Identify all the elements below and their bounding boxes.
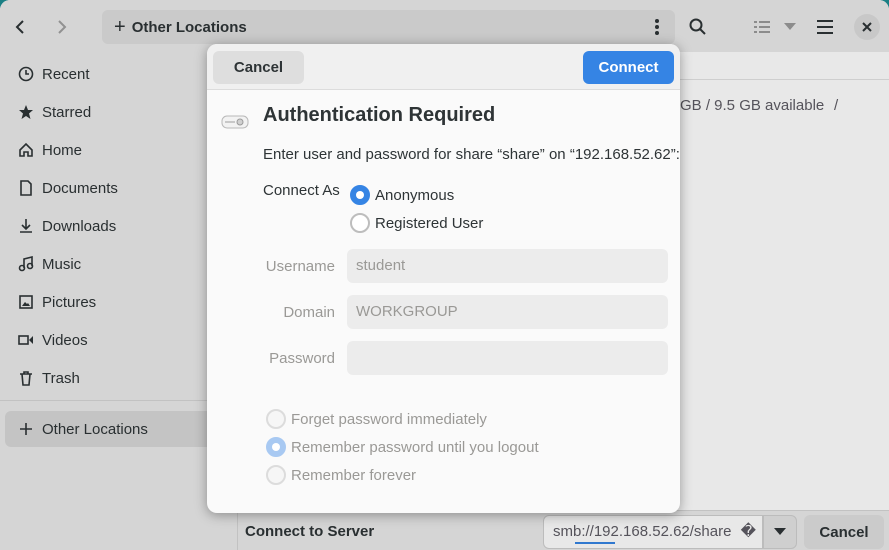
radio-remember-until-logout[interactable]: Remember password until you logout [266, 437, 539, 457]
domain-label: Domain [283, 304, 335, 321]
password-field[interactable] [347, 341, 668, 375]
radio-label: Remember password until you logout [291, 438, 539, 456]
radio-anonymous[interactable]: Anonymous [350, 185, 454, 205]
authentication-dialog: Cancel Connect Authentication Required E… [207, 44, 680, 513]
radio-registered-user[interactable]: Registered User [350, 213, 483, 233]
radio-unselected-icon [266, 409, 286, 429]
connect-as-label: Connect As [263, 182, 340, 199]
radio-label: Registered User [375, 214, 484, 232]
username-value: student [356, 257, 406, 274]
radio-unselected-icon [350, 213, 370, 233]
file-manager-window: + Other Locations Recent Starred Home Do… [0, 0, 889, 550]
password-label: Password [269, 350, 335, 367]
radio-label: Remember forever [291, 466, 417, 484]
dialog-message: Enter user and password for share “share… [263, 146, 680, 163]
username-field[interactable]: student [347, 249, 668, 283]
network-drive-icon [221, 115, 249, 129]
radio-selected-icon [350, 185, 370, 205]
username-label: Username [265, 258, 335, 275]
domain-value: WORKGROUP [356, 303, 458, 320]
radio-selected-icon [266, 437, 286, 457]
radio-forget-password[interactable]: Forget password immediately [266, 409, 487, 429]
dialog-header: Cancel Connect [207, 44, 680, 90]
radio-label: Forget password immediately [291, 410, 487, 428]
radio-label: Anonymous [375, 186, 455, 204]
cancel-button[interactable]: Cancel [213, 51, 304, 84]
radio-unselected-icon [266, 465, 286, 485]
connect-button[interactable]: Connect [583, 51, 674, 84]
dialog-title: Authentication Required [263, 104, 496, 126]
domain-field[interactable]: WORKGROUP [347, 295, 668, 329]
radio-remember-forever[interactable]: Remember forever [266, 465, 416, 485]
